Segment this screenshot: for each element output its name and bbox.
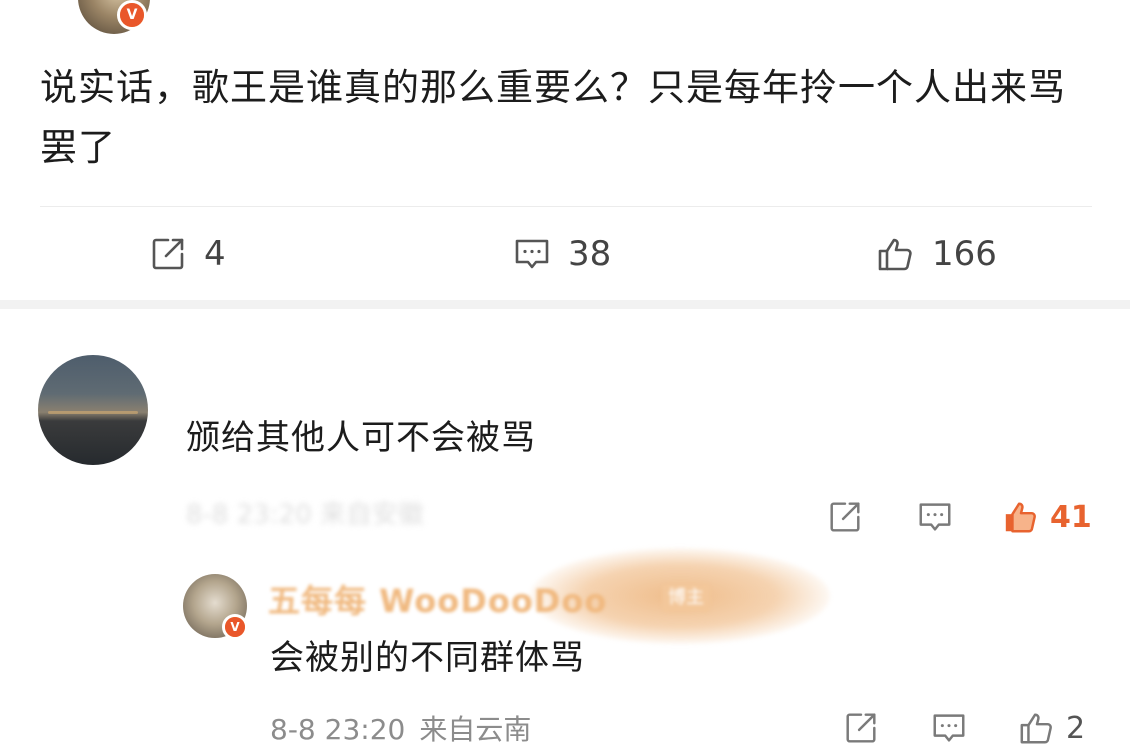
repost-icon <box>830 502 860 532</box>
comment-like-count: 41 <box>1050 499 1092 535</box>
repost-icon <box>152 238 184 270</box>
thumbs-up-icon <box>1020 713 1052 744</box>
post-divider <box>40 206 1092 207</box>
commenter-avatar[interactable] <box>38 355 148 465</box>
comment-reply-button[interactable] <box>916 495 954 539</box>
post-action-bar: 4 38 166 <box>0 226 1130 282</box>
comment-repost-button[interactable] <box>826 495 864 539</box>
comment-count: 38 <box>568 234 612 274</box>
section-divider <box>0 300 1130 309</box>
reply-like-button[interactable]: 2 <box>1018 706 1085 750</box>
author-tag: 博主 <box>662 584 710 612</box>
repost-button[interactable]: 4 <box>148 226 226 282</box>
verified-badge-label: V <box>120 3 144 27</box>
reply-comment-button[interactable] <box>930 706 968 750</box>
reply-text: 会被别的不同群体骂 <box>270 638 585 678</box>
comment-icon <box>515 239 549 269</box>
comment-button[interactable]: 38 <box>512 226 611 282</box>
comment-icon <box>919 503 951 531</box>
reply-action-bar: 2 <box>0 706 1130 750</box>
like-button[interactable]: 166 <box>876 226 997 282</box>
comment-action-bar: 41 <box>0 495 1130 539</box>
reply-repost-button[interactable] <box>842 706 880 750</box>
verified-badge-label: V <box>225 617 245 637</box>
repost-icon <box>846 713 876 743</box>
comment-like-button[interactable]: 41 <box>1002 495 1092 539</box>
comment-text: 颁给其他人可不会被骂 <box>186 418 536 458</box>
comment-icon <box>933 714 965 742</box>
repost-count: 4 <box>204 234 226 274</box>
verified-badge: V <box>117 0 147 30</box>
verified-badge: V <box>222 614 248 640</box>
like-count: 166 <box>932 234 997 274</box>
thumbs-up-icon <box>878 238 912 271</box>
reply-author-name[interactable]: 五每每 WooDooDoo <box>268 576 607 622</box>
reply-like-count: 2 <box>1066 710 1086 746</box>
thumbs-up-filled-icon <box>1005 502 1036 533</box>
post-text: 说实话，歌王是谁真的那么重要么？只是每年拎一个人出来骂罢了 <box>40 66 1066 169</box>
